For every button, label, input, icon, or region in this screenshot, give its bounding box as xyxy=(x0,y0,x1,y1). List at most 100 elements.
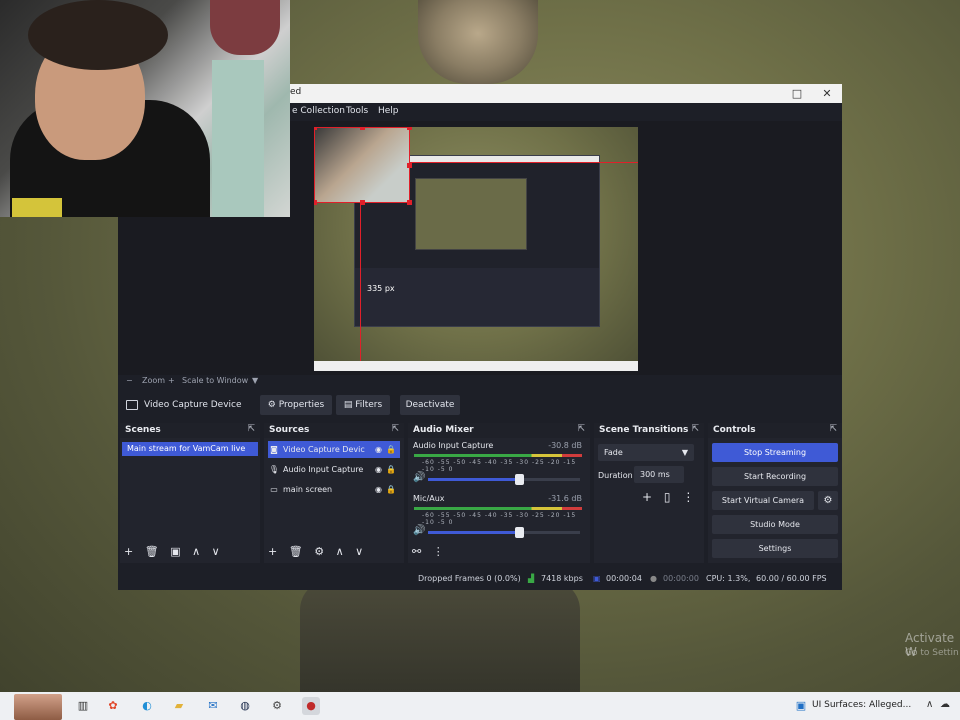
bitrate: 7418 kbps xyxy=(541,574,583,583)
lock-icon[interactable]: 🔒 xyxy=(386,461,396,478)
volume-slider[interactable] xyxy=(428,474,580,485)
dock-menu-icon[interactable]: ⇱ xyxy=(829,424,837,434)
more-options-icon[interactable]: ⋮ xyxy=(433,545,444,558)
move-down-icon[interactable]: ∨ xyxy=(355,545,363,558)
meter-ticks: -60 -55 -50 -45 -40 -35 -30 -25 -20 -15 … xyxy=(422,459,577,473)
outlook-icon[interactable]: ✉ xyxy=(204,697,222,715)
task-view-icon[interactable]: ▥ xyxy=(74,697,92,715)
scenes-list: Main stream for VamCam live + 🗑 ▣ ∧ ∨ xyxy=(120,438,260,563)
menu-bar: e Collection Tools Help xyxy=(290,103,842,121)
signal-icon: ▟ xyxy=(528,574,535,583)
source-item-main-screen[interactable]: ▭ main screen ◉ 🔒 xyxy=(268,481,400,498)
zoom-bar: − Zoom + Scale to Window ▼ xyxy=(118,375,842,389)
resize-handle[interactable] xyxy=(407,163,412,168)
file-explorer-icon[interactable]: ▰ xyxy=(170,697,188,715)
remove-scene-icon[interactable]: 🗑 xyxy=(145,545,159,558)
steam-icon[interactable]: ◍ xyxy=(236,697,254,715)
stop-streaming-button[interactable]: Stop Streaming xyxy=(712,443,838,462)
source-item-audio-input[interactable]: 🎙 Audio Input Capture ◉ 🔒 xyxy=(268,461,400,478)
zoom-out-icon[interactable]: − xyxy=(126,376,133,385)
gear-icon[interactable]: ⚙ xyxy=(818,491,838,510)
settings-button[interactable]: Settings xyxy=(712,539,838,558)
remove-transition-icon[interactable]: ▯ xyxy=(664,490,671,504)
webcam-hair xyxy=(28,0,168,70)
dock-menu-icon[interactable]: ⇱ xyxy=(577,424,585,434)
scene-item[interactable]: Main stream for VamCam live xyxy=(122,442,258,456)
source-item-video-capture[interactable]: ◙ Video Capture Devic ◉ 🔒 xyxy=(268,441,400,458)
obs-taskbar-icon[interactable]: ● xyxy=(302,697,320,715)
controls-dock-title: Controls ⇱ xyxy=(708,423,842,438)
visibility-eye-icon[interactable]: ◉ xyxy=(375,441,382,458)
speaker-icon[interactable]: 🔊 xyxy=(413,472,425,483)
move-down-icon[interactable]: ∨ xyxy=(212,545,220,558)
start-virtual-camera-button[interactable]: Start Virtual Camera xyxy=(712,491,814,510)
copilot-icon[interactable]: ✿ xyxy=(104,697,122,715)
chevron-down-icon[interactable]: ▼ xyxy=(252,376,258,385)
dock-menu-icon[interactable]: ⇱ xyxy=(691,424,699,434)
settings-gear-icon[interactable]: ⚙ xyxy=(268,697,286,715)
tray-expand-icon[interactable]: ∧ xyxy=(926,699,933,710)
volume-knob[interactable] xyxy=(515,474,525,485)
add-transition-icon[interactable]: + xyxy=(642,490,652,504)
onedrive-icon[interactable]: ☁ xyxy=(940,699,950,710)
source-label: main screen xyxy=(283,485,333,494)
lock-icon[interactable]: 🔒 xyxy=(386,481,396,498)
start-recording-button[interactable]: Start Recording xyxy=(712,467,838,486)
resize-handle[interactable] xyxy=(407,200,412,205)
duration-input[interactable]: 300 ms xyxy=(634,466,684,483)
volume-knob[interactable] xyxy=(515,527,525,538)
studio-mode-button[interactable]: Studio Mode xyxy=(712,515,838,534)
windows-taskbar: ▥ ✿ ◐ ▰ ✉ ◍ ⚙ ● ▣ UI Surfaces: Alleged..… xyxy=(0,692,960,720)
dock-menu-icon[interactable]: ⇱ xyxy=(247,424,255,434)
filters-button[interactable]: ▤ Filters xyxy=(336,395,390,415)
close-button[interactable]: ✕ xyxy=(812,84,842,103)
visibility-eye-icon[interactable]: ◉ xyxy=(375,461,382,478)
webcam-shirt-logo xyxy=(12,198,62,217)
visibility-eye-icon[interactable]: ◉ xyxy=(375,481,382,498)
scenes-dock-title: Scenes ⇱ xyxy=(120,423,260,438)
filters-label: Filters xyxy=(355,400,383,410)
properties-button[interactable]: ⚙ Properties xyxy=(260,395,332,415)
transition-select[interactable]: Fade ▼ xyxy=(598,444,694,461)
move-up-icon[interactable]: ∧ xyxy=(192,545,200,558)
start-thumbnail[interactable] xyxy=(14,694,62,720)
audio-mixer-dock-title: Audio Mixer ⇱ xyxy=(408,423,590,438)
preview-canvas[interactable]: 335 px xyxy=(314,127,638,371)
maximize-button[interactable]: □ xyxy=(782,84,812,103)
add-source-icon[interactable]: + xyxy=(268,545,277,558)
menu-help[interactable]: Help xyxy=(378,106,399,116)
controls-dock: Controls ⇱ Stop Streaming Start Recordin… xyxy=(708,423,842,563)
webcam-towel xyxy=(212,60,264,217)
add-scene-icon[interactable]: + xyxy=(124,545,133,558)
remove-source-icon[interactable]: 🗑 xyxy=(289,545,303,558)
dock-menu-icon[interactable]: ⇱ xyxy=(391,424,399,434)
resize-handle[interactable] xyxy=(360,127,365,130)
speaker-icon[interactable]: 🔊 xyxy=(413,525,425,536)
source-properties-icon[interactable]: ⚙ xyxy=(314,545,324,558)
resize-handle[interactable] xyxy=(314,200,317,205)
news-icon[interactable]: ▣ xyxy=(792,697,810,715)
link-icon[interactable]: ⚯ xyxy=(412,545,421,558)
scene-filters-icon[interactable]: ▣ xyxy=(170,545,180,558)
status-bar: Dropped Frames 0 (0.0%) ▟ 7418 kbps ▣ 00… xyxy=(118,568,842,590)
scale-dropdown[interactable]: Scale to Window xyxy=(182,376,248,385)
move-up-icon[interactable]: ∧ xyxy=(336,545,344,558)
menu-scene-collection[interactable]: e Collection xyxy=(292,106,345,116)
scene-transitions-body: Fade ▼ Duration 300 ms + ▯ ⋮ xyxy=(594,438,704,563)
lock-icon[interactable]: 🔒 xyxy=(386,441,396,458)
source-label: Video Capture Devic xyxy=(283,445,365,454)
zoom-in-icon[interactable]: + xyxy=(168,376,175,385)
sources-title: Sources xyxy=(269,425,310,435)
volume-slider[interactable] xyxy=(428,527,580,538)
window-title: ed xyxy=(290,87,302,97)
edge-icon[interactable]: ◐ xyxy=(138,697,156,715)
deactivate-button[interactable]: Deactivate xyxy=(400,395,460,415)
resize-handle[interactable] xyxy=(407,127,412,130)
menu-tools[interactable]: Tools xyxy=(346,106,368,116)
selected-source-box[interactable] xyxy=(314,127,410,203)
meter-ticks: -60 -55 -50 -45 -40 -35 -30 -25 -20 -15 … xyxy=(422,512,577,526)
resize-handle[interactable] xyxy=(314,127,317,130)
more-options-icon[interactable]: ⋮ xyxy=(682,490,694,504)
news-widget-text[interactable]: UI Surfaces: Alleged... xyxy=(812,700,911,710)
record-icon: ● xyxy=(650,574,657,583)
